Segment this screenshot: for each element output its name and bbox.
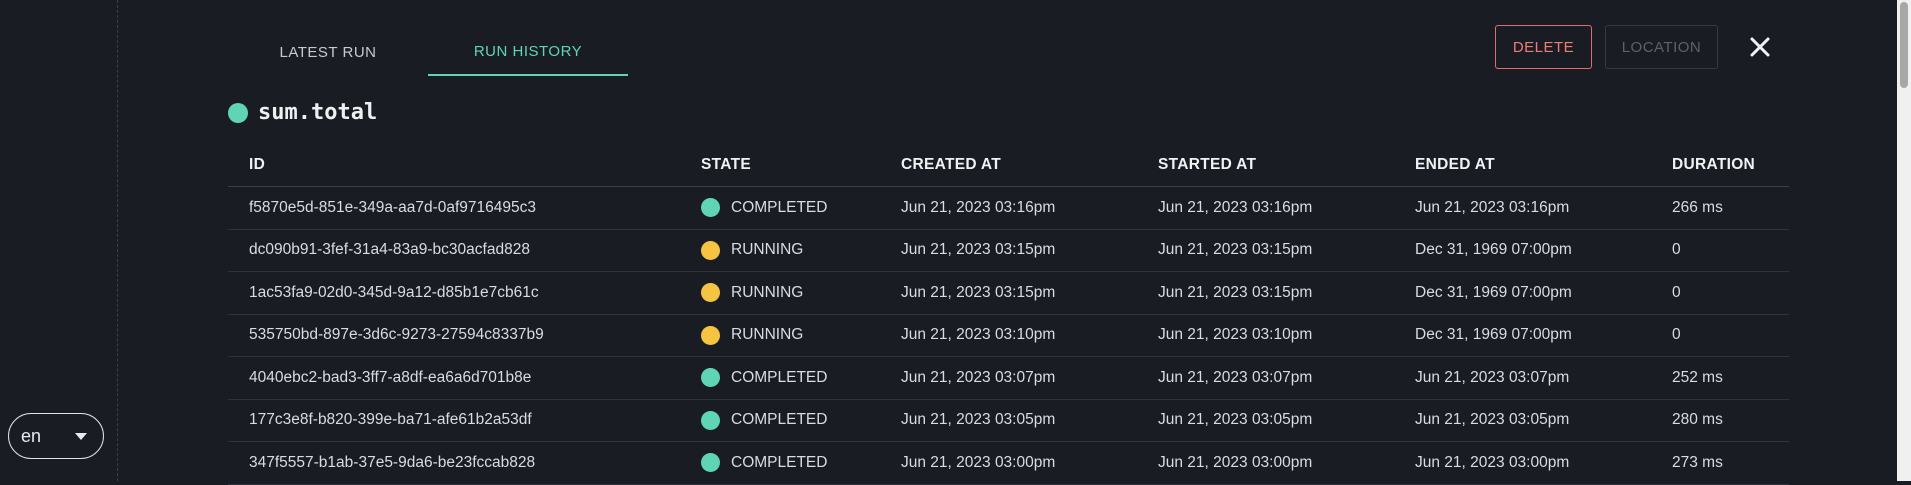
table-row[interactable]: 535750bd-897e-3d6c-9273-27594c8337b9 RUN… <box>228 314 1789 357</box>
ended-at-cell: Dec 31, 1969 07:00pm <box>1394 271 1651 315</box>
status-dot-icon <box>701 325 720 345</box>
duration-cell: 266 ms <box>1651 186 1789 230</box>
column-header-started-at[interactable]: STARTED AT <box>1137 144 1394 187</box>
status-dot-icon <box>228 102 248 123</box>
table-row[interactable]: 1ac53fa9-02d0-345d-9a12-d85b1e7cb61c RUN… <box>228 271 1789 315</box>
duration-cell: 280 ms <box>1651 399 1789 442</box>
ended-at-cell: Jun 21, 2023 03:16pm <box>1394 186 1651 230</box>
created-at-cell: Jun 21, 2023 03:07pm <box>880 356 1137 400</box>
created-at-cell: Jun 21, 2023 03:16pm <box>880 186 1137 230</box>
scrollbar-thumb[interactable] <box>1900 2 1908 88</box>
created-at-cell: Jun 21, 2023 03:00pm <box>880 441 1137 485</box>
run-tabs: LATEST RUN RUN HISTORY <box>228 28 628 78</box>
status-dot-icon <box>701 198 720 218</box>
task-title: sum.total <box>258 100 378 125</box>
run-id-cell: 4040ebc2-bad3-3ff7-a8df-ea6a6d701b8e <box>228 356 680 400</box>
left-rail: en <box>0 0 117 481</box>
language-select[interactable]: en <box>8 413 104 459</box>
delete-button[interactable]: DELETE <box>1495 25 1592 69</box>
page-scrollbar[interactable] <box>1897 0 1911 481</box>
ended-at-cell: Jun 21, 2023 03:00pm <box>1394 441 1651 485</box>
state-cell-wrapper: COMPLETED <box>680 399 880 442</box>
created-at-cell: Jun 21, 2023 03:10pm <box>880 314 1137 357</box>
state-label: RUNNING <box>731 241 804 259</box>
tab-run-history[interactable]: RUN HISTORY <box>428 28 628 76</box>
state-cell: COMPLETED <box>701 410 880 430</box>
table-row[interactable]: f5870e5d-851e-349a-aa7d-0af9716495c3 COM… <box>228 186 1789 230</box>
table-row[interactable]: 177c3e8f-b820-399e-ba71-afe61b2a53df COM… <box>228 399 1789 442</box>
language-select-value: en <box>21 425 42 446</box>
table-row[interactable]: 4040ebc2-bad3-3ff7-a8df-ea6a6d701b8e COM… <box>228 356 1789 400</box>
state-cell: COMPLETED <box>701 368 880 388</box>
state-cell: RUNNING <box>701 325 880 345</box>
created-at-cell: Jun 21, 2023 03:15pm <box>880 229 1137 272</box>
ended-at-cell: Dec 31, 1969 07:00pm <box>1394 314 1651 357</box>
started-at-cell: Jun 21, 2023 03:07pm <box>1137 356 1394 400</box>
state-label: COMPLETED <box>731 453 828 471</box>
state-cell-wrapper: RUNNING <box>680 314 880 357</box>
started-at-cell: Jun 21, 2023 03:10pm <box>1137 314 1394 357</box>
started-at-cell: Jun 21, 2023 03:00pm <box>1137 441 1394 485</box>
duration-cell: 0 <box>1651 271 1789 315</box>
duration-cell: 0 <box>1651 314 1789 357</box>
table-body: f5870e5d-851e-349a-aa7d-0af9716495c3 COM… <box>228 186 1789 485</box>
state-label: COMPLETED <box>731 368 828 386</box>
state-cell: COMPLETED <box>701 198 880 218</box>
state-label: RUNNING <box>731 283 804 301</box>
column-header-duration[interactable]: DURATION <box>1651 144 1789 187</box>
run-history-table: ID STATE CREATED AT STARTED AT ENDED AT … <box>228 144 1789 485</box>
close-icon[interactable] <box>1746 33 1774 61</box>
column-header-ended-at[interactable]: ENDED AT <box>1394 144 1651 187</box>
run-id-cell: 347f5557-b1ab-37e5-9da6-be23fccab828 <box>228 441 680 485</box>
state-cell-wrapper: COMPLETED <box>680 441 880 485</box>
duration-cell: 252 ms <box>1651 356 1789 400</box>
task-title-row: sum.total <box>228 100 377 125</box>
state-cell-wrapper: RUNNING <box>680 229 880 272</box>
ended-at-cell: Jun 21, 2023 03:07pm <box>1394 356 1651 400</box>
tab-latest-run[interactable]: LATEST RUN <box>228 28 428 76</box>
started-at-cell: Jun 21, 2023 03:15pm <box>1137 271 1394 315</box>
location-button[interactable]: LOCATION <box>1605 25 1718 69</box>
table-row[interactable]: 347f5557-b1ab-37e5-9da6-be23fccab828 COM… <box>228 441 1789 485</box>
state-label: COMPLETED <box>731 198 828 216</box>
state-cell-wrapper: RUNNING <box>680 271 880 315</box>
started-at-cell: Jun 21, 2023 03:05pm <box>1137 399 1394 442</box>
ended-at-cell: Dec 31, 1969 07:00pm <box>1394 229 1651 272</box>
status-dot-icon <box>701 410 720 430</box>
run-id-cell: 177c3e8f-b820-399e-ba71-afe61b2a53df <box>228 399 680 442</box>
state-cell-wrapper: COMPLETED <box>680 356 880 400</box>
duration-cell: 0 <box>1651 229 1789 272</box>
run-id-cell: 535750bd-897e-3d6c-9273-27594c8337b9 <box>228 314 680 357</box>
state-cell: COMPLETED <box>701 453 880 473</box>
column-header-id[interactable]: ID <box>228 144 680 187</box>
created-at-cell: Jun 21, 2023 03:15pm <box>880 271 1137 315</box>
run-id-cell: 1ac53fa9-02d0-345d-9a12-d85b1e7cb61c <box>228 271 680 315</box>
created-at-cell: Jun 21, 2023 03:05pm <box>880 399 1137 442</box>
duration-cell: 273 ms <box>1651 441 1789 485</box>
status-dot-icon <box>701 240 720 260</box>
started-at-cell: Jun 21, 2023 03:16pm <box>1137 186 1394 230</box>
table-header-row: ID STATE CREATED AT STARTED AT ENDED AT … <box>228 144 1789 187</box>
rail-divider <box>117 0 118 481</box>
status-dot-icon <box>701 368 720 388</box>
status-dot-icon <box>701 453 720 473</box>
column-header-state[interactable]: STATE <box>680 144 880 187</box>
state-cell-wrapper: COMPLETED <box>680 186 880 230</box>
started-at-cell: Jun 21, 2023 03:15pm <box>1137 229 1394 272</box>
state-cell: RUNNING <box>701 283 880 303</box>
run-id-cell: dc090b91-3fef-31a4-83a9-bc30acfad828 <box>228 229 680 272</box>
state-label: RUNNING <box>731 326 804 344</box>
state-cell: RUNNING <box>701 240 880 260</box>
column-header-created-at[interactable]: CREATED AT <box>880 144 1137 187</box>
table-row[interactable]: dc090b91-3fef-31a4-83a9-bc30acfad828 RUN… <box>228 229 1789 272</box>
ended-at-cell: Jun 21, 2023 03:05pm <box>1394 399 1651 442</box>
run-id-cell: f5870e5d-851e-349a-aa7d-0af9716495c3 <box>228 186 680 230</box>
chevron-down-icon <box>75 433 87 440</box>
status-dot-icon <box>701 283 720 303</box>
state-label: COMPLETED <box>731 411 828 429</box>
